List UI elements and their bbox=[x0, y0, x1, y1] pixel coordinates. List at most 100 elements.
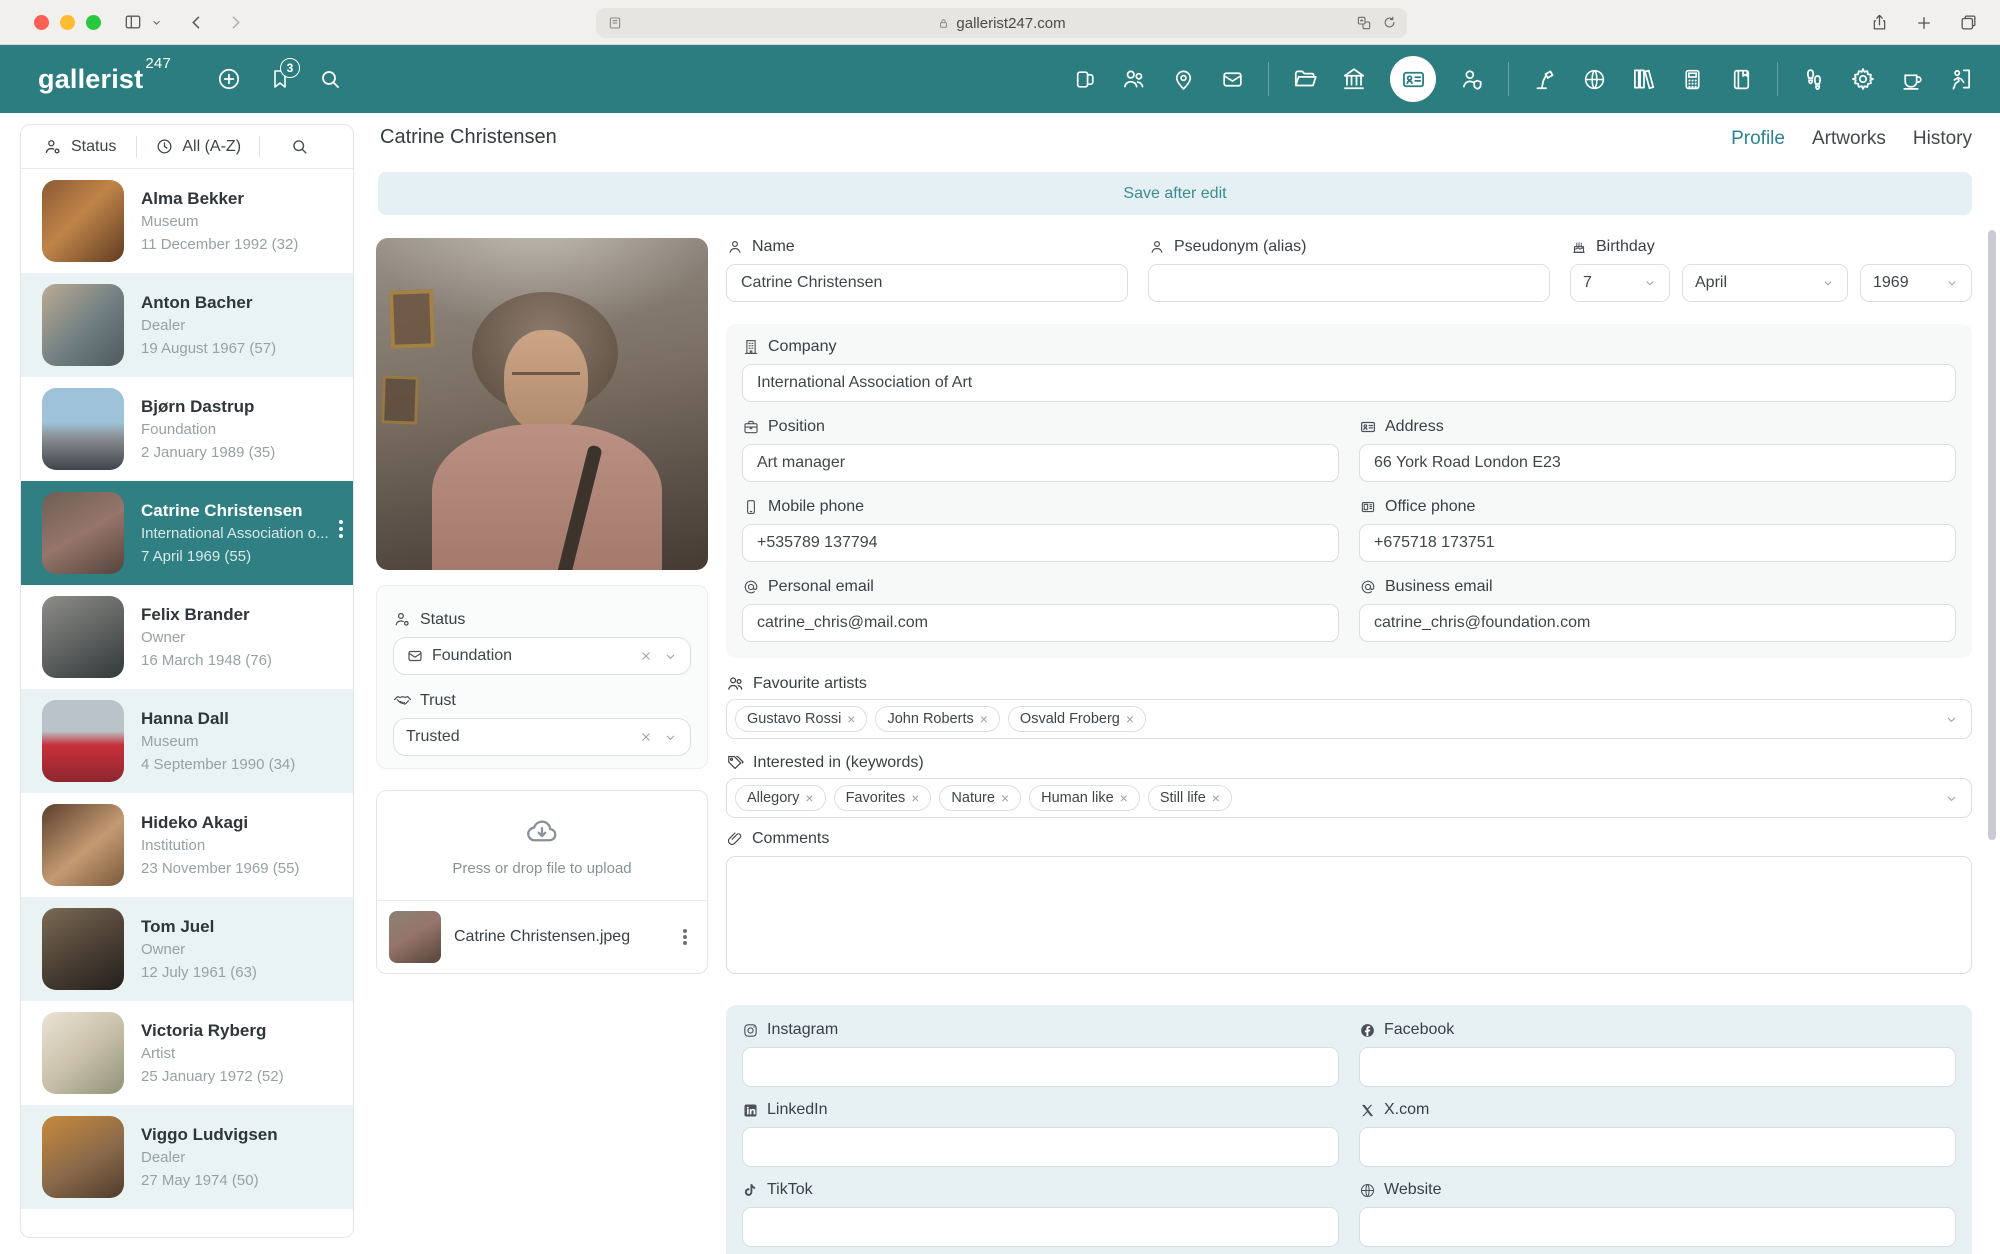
chevron-down-icon[interactable] bbox=[150, 16, 163, 29]
clear-icon[interactable] bbox=[639, 649, 653, 663]
personal-email-input[interactable] bbox=[742, 604, 1339, 642]
folders-icon[interactable] bbox=[1292, 66, 1318, 92]
facebook-input[interactable] bbox=[1359, 1047, 1956, 1087]
close-window-button[interactable] bbox=[34, 15, 49, 30]
xcom-input[interactable] bbox=[1359, 1127, 1956, 1167]
artist-tag[interactable]: John Roberts bbox=[875, 706, 999, 732]
website-input[interactable] bbox=[1359, 1207, 1956, 1247]
save-after-edit-button[interactable]: Save after edit bbox=[378, 172, 1972, 215]
zoom-window-button[interactable] bbox=[86, 15, 101, 30]
person-assign-icon[interactable] bbox=[1459, 66, 1485, 92]
search-icon[interactable] bbox=[318, 67, 342, 91]
keyword-tag[interactable]: Human like bbox=[1029, 785, 1140, 811]
pseudonym-input[interactable] bbox=[1148, 264, 1550, 302]
contact-list-item-selected[interactable]: Catrine ChristensenInternational Associa… bbox=[21, 481, 353, 585]
settings-gear-icon[interactable] bbox=[1850, 66, 1876, 92]
contact-list-item[interactable]: Tom JuelOwner12 July 1961 (63) bbox=[21, 897, 353, 1001]
tab-profile[interactable]: Profile bbox=[1731, 128, 1785, 150]
linkedin-input[interactable] bbox=[742, 1127, 1339, 1167]
new-tab-icon[interactable] bbox=[1915, 14, 1933, 32]
address-bar[interactable]: gallerist247.com bbox=[596, 8, 1407, 38]
keyword-tag[interactable]: Allegory bbox=[735, 785, 826, 811]
add-icon[interactable] bbox=[216, 66, 242, 92]
chevron-down-icon[interactable] bbox=[663, 730, 678, 745]
reload-icon[interactable] bbox=[1382, 15, 1397, 30]
coffee-break-icon[interactable] bbox=[1899, 66, 1925, 92]
contact-list-item[interactable]: Anton BacherDealer19 August 1967 (57) bbox=[21, 273, 353, 377]
share-icon[interactable] bbox=[1870, 13, 1889, 32]
favourite-artists-select[interactable]: Gustavo Rossi John Roberts Osvald Frober… bbox=[726, 699, 1972, 739]
instagram-input[interactable] bbox=[742, 1047, 1339, 1087]
remove-tag-icon[interactable] bbox=[1120, 790, 1128, 806]
journal-icon[interactable] bbox=[1728, 66, 1754, 92]
contact-list-item[interactable]: Bjørn DastrupFoundation2 January 1989 (3… bbox=[21, 377, 353, 481]
tab-overview-icon[interactable] bbox=[1959, 13, 1978, 32]
address-input[interactable] bbox=[1359, 444, 1956, 482]
business-email-input[interactable] bbox=[1359, 604, 1956, 642]
remove-tag-icon[interactable] bbox=[847, 711, 855, 727]
artist-tag[interactable]: Osvald Froberg bbox=[1008, 706, 1146, 732]
birthday-year-select[interactable]: 1969 bbox=[1860, 264, 1972, 302]
chevron-down-icon[interactable] bbox=[1944, 712, 1959, 727]
contact-menu-icon[interactable] bbox=[339, 527, 343, 531]
keyword-tag[interactable]: Favorites bbox=[834, 785, 932, 811]
upload-dropzone[interactable]: Press or drop file to upload bbox=[377, 791, 707, 901]
remove-tag-icon[interactable] bbox=[1126, 711, 1134, 727]
web-icon[interactable] bbox=[1581, 66, 1607, 92]
mobile-phone-input[interactable] bbox=[742, 524, 1339, 562]
forward-icon[interactable] bbox=[226, 13, 245, 32]
remove-tag-icon[interactable] bbox=[1212, 790, 1220, 806]
position-input[interactable] bbox=[742, 444, 1339, 482]
bookmarks-button[interactable]: 3 bbox=[268, 67, 292, 91]
contact-list-item[interactable]: Alma BekkerMuseum11 December 1992 (32) bbox=[21, 169, 353, 273]
sign-out-icon[interactable] bbox=[1948, 66, 1974, 92]
tab-artworks[interactable]: Artworks bbox=[1812, 128, 1886, 150]
footprints-icon[interactable] bbox=[1801, 66, 1827, 92]
browser-sidebar-icon[interactable] bbox=[123, 12, 143, 32]
clear-icon[interactable] bbox=[639, 730, 653, 744]
office-phone-input[interactable] bbox=[1359, 524, 1956, 562]
birthday-day-select[interactable]: 7 bbox=[1570, 264, 1670, 302]
sidebar-search-icon[interactable] bbox=[290, 137, 309, 156]
profile-card-icon[interactable] bbox=[1390, 56, 1436, 102]
contact-list-item[interactable]: Viggo LudvigsenDealer27 May 1974 (50) bbox=[21, 1105, 353, 1209]
minimize-window-button[interactable] bbox=[60, 15, 75, 30]
locations-icon[interactable] bbox=[1170, 66, 1196, 92]
remove-tag-icon[interactable] bbox=[805, 790, 813, 806]
contact-list-item[interactable]: Hanna DallMuseum4 September 1990 (34) bbox=[21, 689, 353, 793]
devices-icon[interactable] bbox=[1072, 66, 1098, 92]
chevron-down-icon[interactable] bbox=[663, 649, 678, 664]
remove-tag-icon[interactable] bbox=[980, 711, 988, 727]
artist-tag[interactable]: Gustavo Rossi bbox=[735, 706, 867, 732]
contact-list-item[interactable]: Victoria RybergArtist25 January 1972 (52… bbox=[21, 1001, 353, 1105]
mail-icon[interactable] bbox=[1219, 66, 1245, 92]
contact-list-item[interactable]: Hideko AkagiInstitution23 November 1969 … bbox=[21, 793, 353, 897]
institution-icon[interactable] bbox=[1341, 66, 1367, 92]
company-input[interactable] bbox=[742, 364, 1956, 402]
birthday-month-select[interactable]: April bbox=[1682, 264, 1848, 302]
keywords-select[interactable]: Allegory Favorites Nature Human like Sti… bbox=[726, 778, 1972, 818]
remove-tag-icon[interactable] bbox=[911, 790, 919, 806]
trust-select[interactable]: Trusted bbox=[393, 718, 691, 756]
sort-button[interactable]: All (A-Z) bbox=[155, 137, 241, 156]
contacts-icon[interactable] bbox=[1121, 66, 1147, 92]
name-input[interactable] bbox=[726, 264, 1128, 302]
filter-status-button[interactable]: Status bbox=[43, 137, 116, 157]
translate-icon[interactable] bbox=[1356, 15, 1372, 31]
comments-textarea[interactable] bbox=[726, 856, 1972, 974]
status-select[interactable]: Foundation bbox=[393, 637, 691, 675]
chevron-down-icon[interactable] bbox=[1944, 791, 1959, 806]
file-menu-icon[interactable] bbox=[683, 935, 687, 939]
keyword-tag[interactable]: Still life bbox=[1148, 785, 1232, 811]
tab-history[interactable]: History bbox=[1913, 128, 1972, 150]
scrollbar[interactable] bbox=[1988, 230, 1996, 840]
remove-tag-icon[interactable] bbox=[1001, 790, 1009, 806]
app-logo[interactable]: gallerist247 bbox=[38, 64, 171, 95]
library-icon[interactable] bbox=[1630, 66, 1656, 92]
calculator-icon[interactable] bbox=[1679, 66, 1705, 92]
lamp-icon[interactable] bbox=[1532, 66, 1558, 92]
contact-list-item[interactable]: Felix BranderOwner16 March 1948 (76) bbox=[21, 585, 353, 689]
tiktok-input[interactable] bbox=[742, 1207, 1339, 1247]
uploaded-file-row[interactable]: Catrine Christensen.jpeg bbox=[377, 901, 707, 973]
keyword-tag[interactable]: Nature bbox=[939, 785, 1021, 811]
